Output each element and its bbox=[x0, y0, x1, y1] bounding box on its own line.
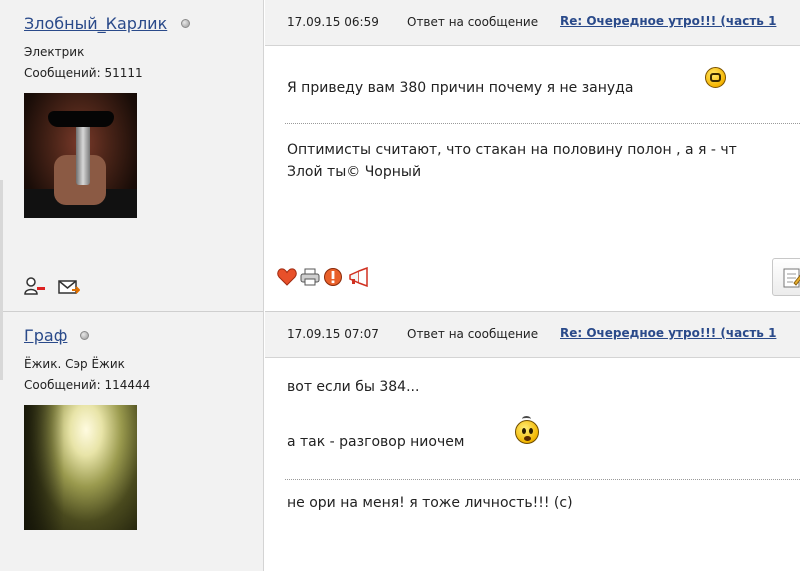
post-header: 17.09.15 07:07 Ответ на сообщение Re: Оч… bbox=[265, 312, 800, 358]
print-icon[interactable] bbox=[300, 267, 320, 287]
avatar bbox=[24, 93, 137, 218]
post-message-text: вот если бы 384... bbox=[287, 379, 420, 395]
sweating-smiley-icon bbox=[515, 416, 539, 444]
avatar bbox=[24, 405, 137, 530]
signature-text: не ори на меня! я тоже личность!!! (с) bbox=[287, 495, 573, 511]
post-date: 17.09.15 07:07 bbox=[287, 327, 379, 341]
forum-post: Злобный_Карлик Электрик Сообщений: 51111… bbox=[0, 0, 800, 311]
report-icon[interactable] bbox=[323, 267, 343, 287]
author-message-count: Сообщений: 51111 bbox=[24, 66, 143, 80]
signature-separator bbox=[285, 123, 800, 124]
post-date: 17.09.15 06:59 bbox=[287, 15, 379, 29]
reply-label: Ответ на сообщение bbox=[407, 15, 539, 29]
author-rank: Ёжик. Сэр Ёжик bbox=[24, 357, 125, 371]
topic-link[interactable]: Re: Очередное утро!!! (часть 1 bbox=[560, 14, 776, 28]
post-header: 17.09.15 06:59 Ответ на сообщение Re: Оч… bbox=[265, 0, 800, 46]
scrollbar[interactable] bbox=[0, 180, 3, 380]
user-profile-icon[interactable] bbox=[24, 277, 46, 295]
private-message-icon[interactable] bbox=[58, 279, 80, 295]
reply-label: Ответ на сообщение bbox=[407, 327, 539, 341]
heart-icon[interactable] bbox=[277, 267, 297, 287]
visor-smiley-icon bbox=[705, 67, 726, 88]
post-message-text: а так - разговор ниочем bbox=[287, 434, 465, 450]
signature-text: Оптимисты считают, что стакан на половин… bbox=[287, 142, 737, 158]
forum-page: { "posts": [ { "author": { "name": "Злоб… bbox=[0, 0, 800, 571]
author-name-link[interactable]: Граф bbox=[24, 326, 67, 345]
signature-text: Злой ты© Чорный bbox=[287, 164, 422, 180]
post-author-panel: Злобный_Карлик Электрик Сообщений: 51111 bbox=[0, 0, 264, 311]
author-name-link[interactable]: Злобный_Карлик bbox=[24, 14, 167, 33]
offline-status-icon bbox=[80, 331, 89, 340]
post-author-panel: Граф Ёжик. Сэр Ёжик Сообщений: 114444 bbox=[0, 311, 264, 571]
forum-post: Граф Ёжик. Сэр Ёжик Сообщений: 114444 17… bbox=[0, 311, 800, 571]
topic-link[interactable]: Re: Очередное утро!!! (часть 1 bbox=[560, 326, 776, 340]
post-message-text: Я приведу вам 380 причин почему я не зан… bbox=[287, 80, 634, 96]
megaphone-icon[interactable] bbox=[347, 267, 373, 287]
offline-status-icon bbox=[181, 19, 190, 28]
post-body-column: 17.09.15 06:59 Ответ на сообщение Re: Оч… bbox=[265, 0, 800, 311]
quote-button[interactable] bbox=[772, 258, 800, 296]
post-body-column: 17.09.15 07:07 Ответ на сообщение Re: Оч… bbox=[265, 311, 800, 571]
notepad-icon bbox=[783, 268, 800, 288]
author-message-count: Сообщений: 114444 bbox=[24, 378, 151, 392]
author-rank: Электрик bbox=[24, 45, 85, 59]
signature-separator bbox=[285, 479, 800, 480]
